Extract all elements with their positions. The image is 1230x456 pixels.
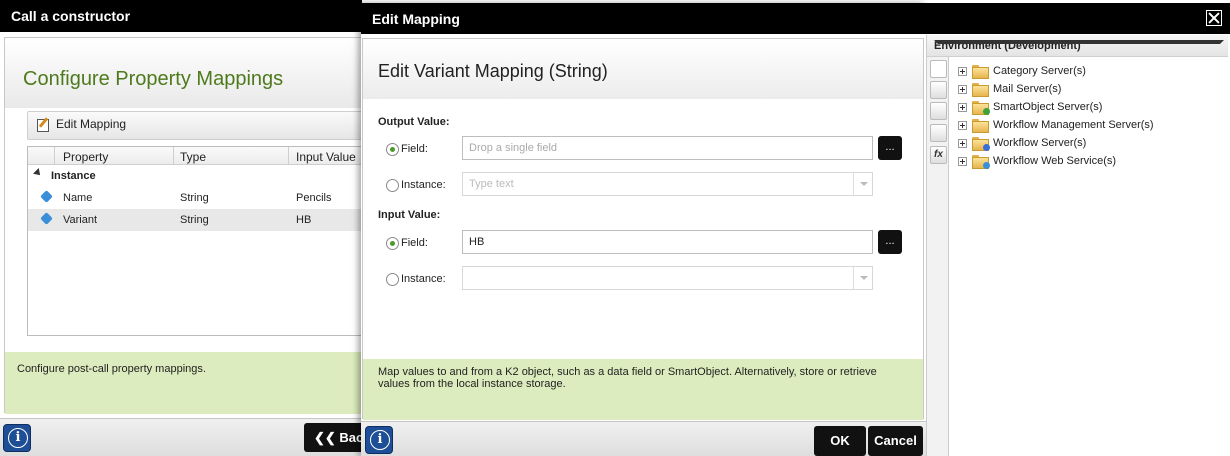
wizard-body: Configure Property Mappings Edit Mapping… — [4, 37, 367, 414]
tree-item-workflow-server[interactable]: Workflow Server(s) — [958, 134, 1086, 152]
info-button[interactable] — [365, 426, 393, 454]
input-value-label: Input Value: — [378, 209, 441, 221]
dialog-heading: Edit Variant Mapping (String) — [378, 61, 608, 81]
chevron-down-icon[interactable] — [853, 267, 872, 289]
folder-icon — [972, 119, 989, 133]
property-icon — [40, 212, 53, 225]
output-field-browse-button[interactable]: ... — [878, 136, 902, 160]
expand-icon[interactable] — [958, 156, 967, 166]
cell-property: Variant — [63, 214, 98, 226]
output-field-radio[interactable] — [386, 143, 399, 156]
cell-property: Name — [63, 192, 93, 204]
cell-type: String — [180, 192, 209, 204]
input-instance-select[interactable] — [462, 266, 873, 290]
back-arrow-icon: ❮❮ — [314, 430, 336, 445]
tree-item-label: Category Server(s) — [993, 65, 1086, 77]
edit-icon — [36, 117, 50, 132]
function-tab-icon[interactable]: fx — [930, 146, 947, 164]
cell-value: Pencils — [296, 192, 332, 204]
column-header-input-value[interactable]: Input Value — [296, 150, 356, 164]
ok-button[interactable]: OK — [814, 426, 866, 456]
output-instance-select[interactable]: Type text — [462, 172, 873, 196]
wizard-window: Call a constructor Configure Property Ma… — [0, 0, 367, 456]
folder-icon — [972, 155, 990, 169]
close-icon[interactable] — [1206, 10, 1222, 26]
group-label: Instance — [51, 170, 96, 182]
process-tab-icon[interactable] — [930, 102, 947, 120]
tree-item-mail-server[interactable]: Mail Server(s) — [958, 80, 1061, 98]
chevron-down-icon[interactable] — [853, 173, 872, 195]
table-row[interactable]: Name String Pencils — [28, 187, 366, 209]
cell-type: String — [180, 214, 209, 226]
mapping-toolbar: Edit Mapping — [27, 111, 367, 140]
collapse-arrow-icon[interactable] — [33, 168, 43, 178]
expand-icon[interactable] — [958, 120, 967, 130]
tree-item-workflow-web-service[interactable]: Workflow Web Service(s) — [958, 152, 1116, 170]
cell-value: HB — [296, 214, 312, 226]
chevron-down-icon[interactable] — [934, 40, 1224, 44]
tree-item-smartobject-server[interactable]: SmartObject Server(s) — [958, 98, 1102, 116]
wizard-header: Configure Property Mappings — [5, 38, 361, 108]
expand-icon[interactable] — [958, 84, 967, 94]
tree-item-label: Mail Server(s) — [993, 83, 1062, 95]
back-label: Back — [339, 430, 362, 445]
edit-mapping-button[interactable]: Edit Mapping — [36, 117, 127, 132]
output-instance-radio[interactable] — [386, 179, 399, 192]
expand-icon[interactable] — [958, 66, 967, 76]
environment-header[interactable]: Environment (Development) — [927, 35, 1228, 57]
column-header-type[interactable]: Type — [180, 150, 206, 164]
dialog-bottom-bar: OK Cancel — [361, 421, 926, 456]
input-field-input[interactable]: HB — [462, 230, 873, 254]
folder-icon — [972, 65, 989, 79]
tree-item-category-server[interactable]: Category Server(s) — [958, 62, 1086, 80]
wizard-hint-text: Configure post-call property mappings. — [17, 363, 206, 375]
tree-item-workflow-management-server[interactable]: Workflow Management Server(s) — [958, 116, 1154, 134]
group-row-instance[interactable]: Instance — [28, 165, 366, 187]
dialog-hint-text: Map values to and from a K2 object, such… — [378, 366, 877, 390]
output-field-label: Field: — [401, 143, 428, 155]
output-instance-label: Instance: — [401, 179, 446, 191]
output-field-input[interactable]: Drop a single field — [462, 136, 873, 160]
tree-item-label: Workflow Web Service(s) — [993, 155, 1117, 167]
workflow-tab-icon[interactable] — [930, 124, 947, 142]
input-instance-label: Instance: — [401, 273, 446, 285]
table-row-selected[interactable]: Variant String HB — [28, 209, 366, 231]
environment-panel: Environment (Development) fx Category Se… — [926, 35, 1228, 456]
tree-item-label: Workflow Server(s) — [993, 137, 1087, 149]
dialog-body: Edit Variant Mapping (String) Output Val… — [362, 38, 924, 420]
input-field-browse-button[interactable]: ... — [878, 230, 902, 254]
property-grid: Property Type Input Value Instance Name … — [27, 146, 367, 336]
grid-header: Property Type Input Value — [28, 147, 366, 165]
expand-icon[interactable] — [958, 102, 967, 112]
wizard-title: Call a constructor — [0, 0, 362, 32]
output-value-label: Output Value: — [378, 116, 450, 128]
tree-item-label: Workflow Management Server(s) — [993, 119, 1154, 131]
wizard-heading: Configure Property Mappings — [23, 68, 284, 90]
cancel-button[interactable]: Cancel — [868, 426, 923, 456]
folder-icon — [972, 101, 990, 115]
wizard-bottom-bar: ❮❮ Back — [0, 418, 362, 456]
input-field-radio[interactable] — [386, 237, 399, 250]
input-instance-radio[interactable] — [386, 273, 399, 286]
dialog-title: Edit Mapping — [372, 11, 460, 27]
folder-icon — [972, 137, 990, 151]
dialog-hint: Map values to and from a K2 object, such… — [363, 359, 923, 420]
dialog-title-bar: Edit Mapping — [361, 3, 1230, 34]
dialog-header: Edit Variant Mapping (String) — [363, 39, 923, 99]
column-header-property[interactable]: Property — [63, 150, 108, 164]
expand-icon[interactable] — [958, 138, 967, 148]
input-field-label: Field: — [401, 237, 428, 249]
edit-mapping-label: Edit Mapping — [56, 117, 127, 131]
environment-tab-icon[interactable] — [930, 60, 947, 78]
back-button[interactable]: ❮❮ Back — [304, 423, 362, 452]
property-icon — [40, 190, 53, 203]
wizard-hint: Configure post-call property mappings. — [5, 352, 361, 414]
folder-icon — [972, 83, 989, 97]
context-browser-tab-icon[interactable] — [930, 81, 947, 99]
tree-item-label: SmartObject Server(s) — [993, 101, 1103, 113]
info-button[interactable] — [3, 424, 31, 452]
output-instance-placeholder: Type text — [469, 178, 514, 190]
edit-mapping-dialog: Edit Mapping Edit Variant Mapping (Strin… — [361, 3, 1230, 456]
environment-tab-strip: fx — [927, 57, 949, 456]
